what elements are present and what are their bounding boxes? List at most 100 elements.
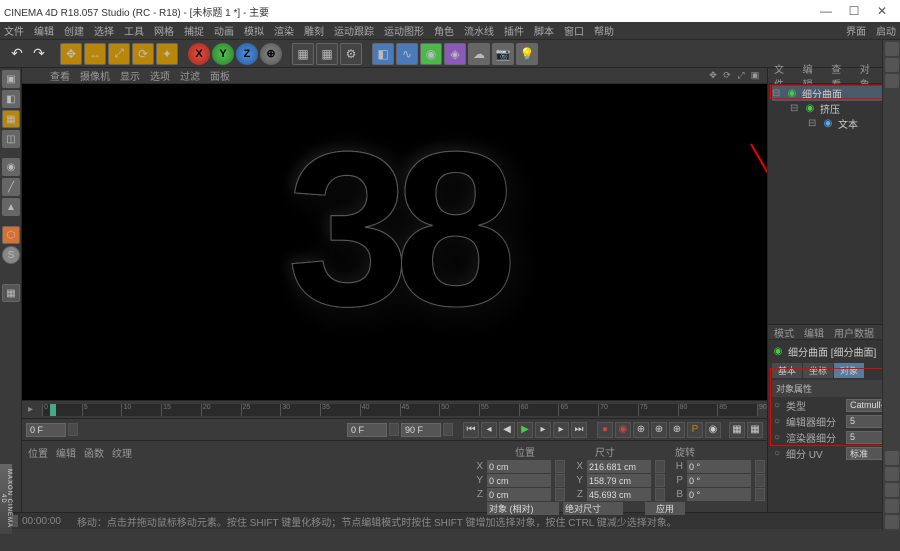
timeline-cursor[interactable] [50, 404, 56, 416]
key-pos[interactable]: ⊕ [633, 422, 649, 438]
vp-menu-面板[interactable]: 面板 [210, 68, 230, 83]
palette-icon[interactable] [885, 483, 899, 497]
attr-menu-模式[interactable]: 模式 [774, 325, 794, 340]
world-axis-toggle[interactable]: ⊕ [260, 43, 282, 65]
vp-menu-查看[interactable]: 查看 [50, 68, 70, 83]
attr-menu-编辑[interactable]: 编辑 [804, 325, 824, 340]
vp-nav-icon[interactable]: ▣ [749, 70, 761, 82]
attr-tab-坐标[interactable]: 坐标 [803, 363, 833, 378]
menu-捕捉[interactable]: 捕捉 [184, 23, 204, 38]
z-axis-toggle[interactable]: Z [236, 43, 258, 65]
timeline[interactable]: ▸ 051015202530354045505560657075808590 [22, 400, 767, 418]
play-button[interactable]: ▶ [517, 422, 533, 438]
maximize-button[interactable]: ☐ [840, 1, 868, 21]
render-region[interactable]: ▦ [316, 43, 338, 65]
render-view[interactable]: ▦ [292, 43, 314, 65]
redo-button[interactable]: ↷ [30, 45, 48, 63]
generator-tool[interactable]: ◉ [420, 43, 442, 65]
prev-frame[interactable]: ◀ [499, 422, 515, 438]
spline-tool[interactable]: ∿ [396, 43, 418, 65]
menu-角色[interactable]: 角色 [434, 23, 454, 38]
palette-icon[interactable] [885, 42, 899, 56]
menu-选择[interactable]: 选择 [94, 23, 114, 38]
object-row-挤压[interactable]: ⊟◉挤压 [772, 101, 900, 116]
autokey[interactable]: ◉ [615, 422, 631, 438]
key-options2[interactable]: ▦ [747, 422, 763, 438]
mesh-check[interactable]: ▦ [2, 284, 20, 302]
menu-文件[interactable]: 文件 [4, 23, 24, 38]
point-mode[interactable]: ◉ [2, 158, 20, 176]
tab-位置[interactable]: 位置 [28, 445, 48, 460]
edge-mode[interactable]: ╱ [2, 178, 20, 196]
x-axis-toggle[interactable]: X [188, 43, 210, 65]
goto-end[interactable]: ⏭ [571, 422, 587, 438]
move-tool[interactable]: ↔ [84, 43, 106, 65]
timeline-track[interactable]: 051015202530354045505560657075808590 [42, 404, 757, 416]
frame-start[interactable]: 0 F [26, 423, 66, 437]
prev-key[interactable]: ◂ [481, 422, 497, 438]
coord-Z-pos[interactable]: 0 cm [487, 488, 551, 501]
object-mode[interactable]: ◧ [2, 90, 20, 108]
goto-start[interactable]: ⏮ [463, 422, 479, 438]
texture-mode[interactable]: ▦ [2, 110, 20, 128]
attr-tab-对象[interactable]: 对象 [834, 363, 864, 378]
rotate-tool[interactable]: ⟳ [132, 43, 154, 65]
attr-menu-用户数据[interactable]: 用户数据 [834, 325, 874, 340]
vp-nav-icon[interactable]: ⟳ [721, 70, 733, 82]
workplane-mode[interactable]: ◫ [2, 130, 20, 148]
key-options[interactable]: ▦ [729, 422, 745, 438]
menu-运动图形[interactable]: 运动图形 [384, 23, 424, 38]
palette-icon[interactable] [885, 467, 899, 481]
object-row-文本[interactable]: ⊟◉文本 [772, 116, 900, 131]
snap-toggle[interactable]: ⬡ [2, 226, 20, 244]
menu-工具[interactable]: 工具 [124, 23, 144, 38]
primitive-cube[interactable]: ◧ [372, 43, 394, 65]
render-settings[interactable]: ⚙ [340, 43, 362, 65]
key-rot[interactable]: ⊕ [669, 422, 685, 438]
palette-icon[interactable] [885, 58, 899, 72]
key-param[interactable]: P [687, 422, 703, 438]
environment-tool[interactable]: ☁ [468, 43, 490, 65]
key-pla[interactable]: ◉ [705, 422, 721, 438]
tab-编辑[interactable]: 编辑 [56, 445, 76, 460]
menu-插件[interactable]: 插件 [504, 23, 524, 38]
coord-Y-pos[interactable]: 0 cm [487, 474, 551, 487]
recent-tool[interactable]: ✦ [156, 43, 178, 65]
light-tool[interactable]: 💡 [516, 43, 538, 65]
step-icon[interactable] [68, 423, 78, 436]
menu-窗口[interactable]: 窗口 [564, 23, 584, 38]
minimize-button[interactable]: — [812, 1, 840, 21]
vp-menu-过滤[interactable]: 过滤 [180, 68, 200, 83]
palette-icon[interactable] [885, 499, 899, 513]
palette-icon[interactable] [885, 74, 899, 88]
model-mode[interactable]: ▣ [2, 70, 20, 88]
coord-P-rot[interactable]: 0 ° [687, 474, 751, 487]
object-row-细分曲面[interactable]: ⊟◉细分曲面 [772, 86, 900, 101]
menu-创建[interactable]: 创建 [64, 23, 84, 38]
tab-纹理[interactable]: 纹理 [112, 445, 132, 460]
next-key[interactable]: ▸ [553, 422, 569, 438]
vp-menu-摄像机[interactable]: 摄像机 [80, 68, 110, 83]
menu-渲染[interactable]: 渲染 [274, 23, 294, 38]
next-frame[interactable]: ▸ [535, 422, 551, 438]
coord-Y-size[interactable]: 158.79 cm [587, 474, 651, 487]
menu-帮助[interactable]: 帮助 [594, 23, 614, 38]
vp-menu-选项[interactable]: 选项 [150, 68, 170, 83]
key-scale[interactable]: ⊕ [651, 422, 667, 438]
menu-运动跟踪[interactable]: 运动跟踪 [334, 23, 374, 38]
vp-nav-icon[interactable]: ✥ [707, 70, 719, 82]
coord-X-size[interactable]: 216.681 cm [587, 460, 651, 473]
viewport[interactable]: 38 [22, 84, 767, 400]
menu-启动[interactable]: 启动 [876, 23, 896, 38]
attr-tab-基本[interactable]: 基本 [772, 363, 802, 378]
record-key[interactable]: ● [597, 422, 613, 438]
menu-网格[interactable]: 网格 [154, 23, 174, 38]
current-frame[interactable]: 0 F [347, 423, 387, 437]
camera-tool[interactable]: 📷 [492, 43, 514, 65]
frame-end[interactable]: 90 F [401, 423, 441, 437]
palette-icon[interactable] [885, 515, 899, 529]
tab-函数[interactable]: 函数 [84, 445, 104, 460]
vp-menu-显示[interactable]: 显示 [120, 68, 140, 83]
palette-icon[interactable] [885, 451, 899, 465]
object-manager[interactable]: ⊟◉细分曲面⊟◉挤压⊟◉文本 [768, 84, 900, 324]
